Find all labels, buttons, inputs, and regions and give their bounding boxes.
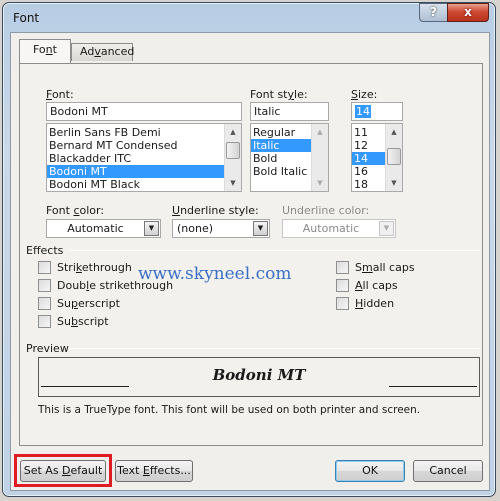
tab-advanced[interactable]: Advanced xyxy=(71,43,134,61)
size-option[interactable]: 16 xyxy=(352,165,385,178)
font-style-option[interactable]: Bold xyxy=(251,152,311,165)
size-option[interactable]: 12 xyxy=(352,139,385,152)
font-dialog: Font ? x Font Advanced Font: Bodoni MT B… xyxy=(2,2,496,497)
font-option[interactable]: Blackadder ITC xyxy=(47,152,224,165)
checkbox-icon[interactable] xyxy=(38,260,51,274)
scroll-up-icon[interactable]: ▲ xyxy=(312,124,328,140)
hidden-checkbox[interactable]: Hidden xyxy=(336,296,394,310)
size-input-value: 14 xyxy=(355,105,371,118)
scroll-down-icon[interactable]: ▼ xyxy=(312,175,328,191)
close-button[interactable]: x xyxy=(447,3,489,22)
preview-sample-text: Bodoni MT xyxy=(212,366,306,384)
scroll-up-icon[interactable]: ▲ xyxy=(225,124,241,140)
dialog-title: Font xyxy=(13,11,40,25)
size-list-scrollbar[interactable]: ▲ ▼ xyxy=(385,124,402,191)
checkbox-icon[interactable] xyxy=(336,296,349,310)
font-style-input[interactable]: Italic xyxy=(250,102,329,121)
checkbox-icon[interactable] xyxy=(336,278,349,292)
size-input[interactable]: 14 xyxy=(351,102,403,121)
font-option[interactable]: Bernard MT Condensed xyxy=(47,139,224,152)
underline-color-dropdown: Automatic ▼ xyxy=(282,219,396,238)
checkbox-label: Strikethrough xyxy=(57,260,132,274)
underline-style-label: Underline style: xyxy=(172,204,259,217)
subscript-checkbox[interactable]: Subscript xyxy=(38,314,109,328)
size-option[interactable]: 14 xyxy=(352,152,385,165)
font-style-label: Font style: xyxy=(250,88,308,101)
checkbox-icon[interactable] xyxy=(38,314,51,328)
underline-style-dropdown[interactable]: (none) ▼ xyxy=(172,219,270,238)
preview-box: Bodoni MT xyxy=(38,357,480,397)
highlight-annotation-box xyxy=(14,454,112,487)
font-input[interactable]: Bodoni MT xyxy=(46,102,242,121)
font-info-note: This is a TrueType font. This font will … xyxy=(38,404,421,416)
size-option[interactable]: 11 xyxy=(352,126,385,139)
font-option[interactable]: Bodoni MT Black xyxy=(47,178,224,191)
font-color-dropdown[interactable]: Automatic ▼ xyxy=(46,219,161,238)
all-caps-checkbox[interactable]: All caps xyxy=(336,278,398,292)
checkbox-label: Hidden xyxy=(355,296,395,310)
small-caps-checkbox[interactable]: Small caps xyxy=(336,260,415,274)
preview-baseline-left xyxy=(41,386,129,387)
font-label: Font: xyxy=(46,88,74,101)
title-bar[interactable]: Font ? x xyxy=(3,3,495,31)
font-list[interactable]: Berlin Sans FB Demi Bernard MT Condensed B… xyxy=(46,123,242,192)
font-style-option[interactable]: Bold Italic xyxy=(251,165,311,178)
help-icon: ? xyxy=(430,5,437,19)
cancel-button[interactable]: Cancel xyxy=(413,460,483,482)
underline-color-label: Underline color: xyxy=(282,204,370,217)
checkbox-label: Small caps xyxy=(355,260,415,274)
scroll-thumb[interactable] xyxy=(387,148,401,165)
preview-baseline-right xyxy=(389,386,477,387)
font-style-list-scrollbar[interactable]: ▲ ▼ xyxy=(311,124,328,191)
checkbox-label: Superscript xyxy=(57,296,120,310)
checkbox-label: All caps xyxy=(355,278,398,292)
chevron-down-icon[interactable]: ▼ xyxy=(253,221,268,236)
scroll-down-icon[interactable]: ▼ xyxy=(386,175,402,191)
ok-button[interactable]: OK xyxy=(335,460,405,482)
close-icon: x xyxy=(464,5,472,19)
chevron-down-icon[interactable]: ▼ xyxy=(144,221,159,236)
tab-font[interactable]: Font xyxy=(19,39,71,63)
size-option[interactable]: 18 xyxy=(352,178,385,191)
size-list[interactable]: 11 12 14 16 18 ▲ ▼ xyxy=(351,123,403,192)
font-style-option[interactable]: Italic xyxy=(251,139,311,152)
font-option[interactable]: Berlin Sans FB Demi xyxy=(47,126,224,139)
effects-divider xyxy=(70,250,480,251)
strikethrough-checkbox[interactable]: Strikethrough xyxy=(38,260,132,274)
effects-group-label: Effects xyxy=(26,244,64,257)
dialog-client: Font Advanced Font: Bodoni MT Berlin San… xyxy=(10,32,490,491)
checkbox-icon[interactable] xyxy=(38,278,51,292)
superscript-checkbox[interactable]: Superscript xyxy=(38,296,120,310)
scroll-thumb[interactable] xyxy=(226,142,240,159)
preview-group-label: Preview xyxy=(26,342,69,355)
font-color-label: Font color: xyxy=(46,204,105,217)
checkbox-icon[interactable] xyxy=(38,296,51,310)
checkbox-label: Subscript xyxy=(57,314,109,328)
font-tab-panel: Font: Bodoni MT Berlin Sans FB Demi Berna… xyxy=(19,63,483,446)
checkbox-icon[interactable] xyxy=(336,260,349,274)
font-style-list[interactable]: Regular Italic Bold Bold Italic ▲ ▼ xyxy=(250,123,329,192)
preview-divider xyxy=(70,348,480,349)
size-label: Size: xyxy=(351,88,378,101)
text-effects-button[interactable]: Text Effects... xyxy=(115,460,193,482)
font-list-scrollbar[interactable]: ▲ ▼ xyxy=(224,124,241,191)
scroll-up-icon[interactable]: ▲ xyxy=(386,124,402,140)
chevron-down-icon: ▼ xyxy=(379,221,394,236)
help-button[interactable]: ? xyxy=(419,3,447,22)
font-option[interactable]: Bodoni MT xyxy=(47,165,224,178)
scroll-down-icon[interactable]: ▼ xyxy=(225,175,241,191)
font-style-option[interactable]: Regular xyxy=(251,126,311,139)
watermark-text: www.skyneel.com xyxy=(138,264,292,284)
